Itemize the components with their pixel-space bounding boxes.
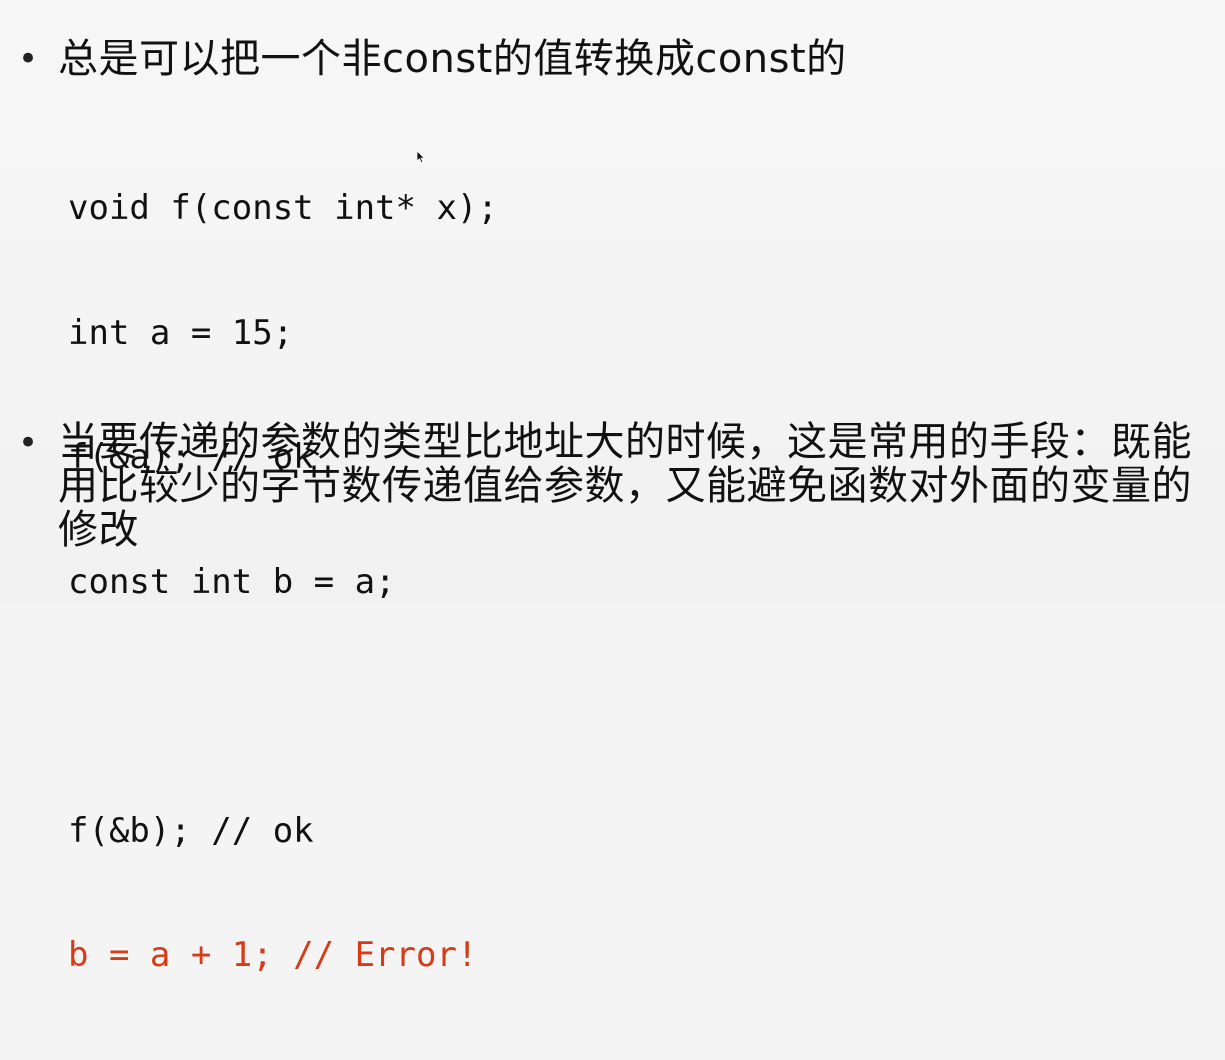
bullet-text: 总是可以把一个非const的值转换成const的 [58, 36, 847, 82]
bullet-marker: • [18, 39, 39, 79]
code-line: const int b = a; [68, 561, 396, 602]
bullet-item-const-conversion: • 总是可以把一个非const的值转换成const的 [18, 36, 847, 82]
code-line: void f(const int* x); [68, 188, 498, 228]
code-line: f(&b); // ok [68, 810, 314, 851]
slide: • 总是可以把一个非const的值转换成const的 void f(const … [0, 0, 1225, 975]
bullet-text: 当要传递的参数的类型比地址大的时候，这是常用的手段：既能用比较少的字节数传递值给… [58, 419, 1192, 553]
bullet-marker: • [18, 423, 39, 463]
code-example: void f(const int* x); int a = 15; f(&a);… [68, 105, 498, 1060]
code-line: int a = 15; [68, 312, 294, 353]
bullet-item-parameter-usage: • 当要传递的参数的类型比地址大的时候，这是常用的手段：既能用比较少的字节数传递… [18, 420, 1198, 552]
code-line-error: b = a + 1; // Error! [68, 935, 478, 975]
mouse-pointer-icon [416, 150, 426, 164]
